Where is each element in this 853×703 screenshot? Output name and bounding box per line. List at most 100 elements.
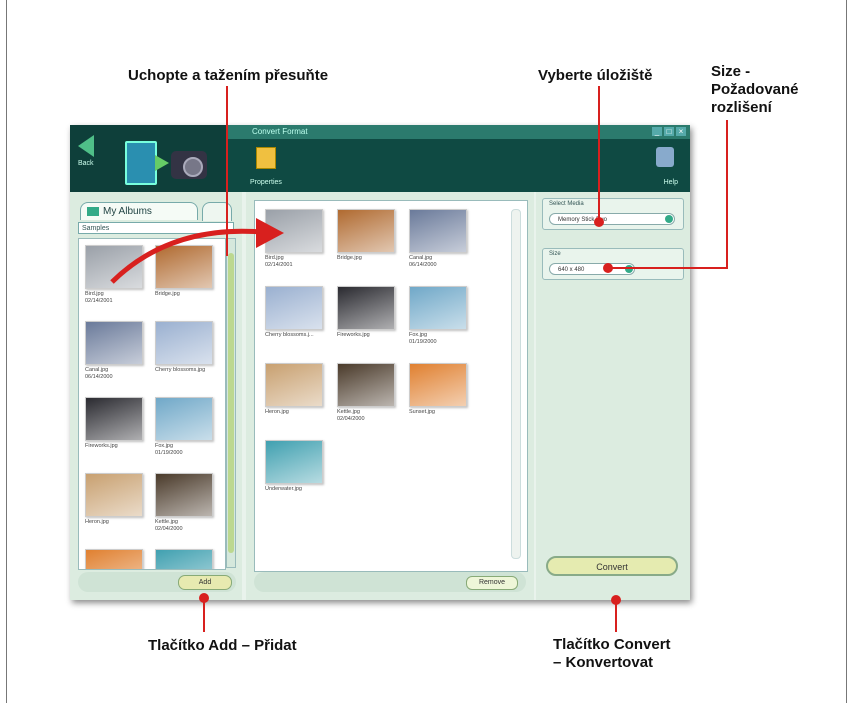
photo-image[interactable]: [409, 209, 467, 253]
photo-image[interactable]: [85, 549, 143, 569]
photo-name: Bird.jpg: [265, 255, 284, 261]
photo-image[interactable]: [155, 397, 213, 441]
album-icon: [87, 207, 99, 216]
photo-caption: Heron.jpg: [265, 409, 335, 416]
back-label[interactable]: Back: [78, 160, 94, 167]
callout-size-line2: Požadované: [711, 81, 799, 98]
photo-image[interactable]: [155, 549, 213, 569]
album-scrollbar-thumb[interactable]: [228, 253, 234, 553]
callout-size-hline: [608, 267, 728, 269]
photo-image[interactable]: [85, 321, 143, 365]
photo-image[interactable]: [85, 397, 143, 441]
photo-image[interactable]: [85, 473, 143, 517]
remove-button[interactable]: Remove: [466, 576, 518, 590]
chevron-down-icon[interactable]: [665, 215, 673, 223]
photo-caption: Heron.jpg: [85, 519, 155, 526]
callout-media-dot: [594, 217, 604, 227]
photo-name: Kettle.jpg: [337, 409, 360, 415]
photo-image[interactable]: [155, 245, 213, 289]
callout-media: Vyberte úložiště: [538, 67, 653, 84]
album-footer: Add: [78, 572, 236, 592]
size-select-value: 640 x 480: [558, 267, 585, 273]
photo-image[interactable]: [265, 440, 323, 484]
photo-date: 02/14/2001: [85, 298, 113, 304]
photo-name: Bird.jpg: [85, 291, 104, 297]
photo-name: Underwater.jpg: [265, 486, 302, 492]
photo-image[interactable]: [155, 321, 213, 365]
photo-name: Kettle.jpg: [155, 519, 178, 525]
photo-image[interactable]: [337, 286, 395, 330]
callout-convert-line: [615, 600, 617, 632]
callout-drag: Uchopte a tažením přesuňte: [128, 67, 329, 84]
app-logo: [125, 135, 210, 185]
settings-panel: Select Media Memory Stick Duo Size 640 x…: [536, 192, 690, 600]
photo-caption: Bridge.jpg: [155, 291, 225, 298]
album-thumbnail-list[interactable]: Bird.jpg 02/14/2001 Bridge.jpg Canal.jpg 06/…: [78, 238, 226, 570]
size-group-label: Size: [549, 251, 561, 257]
photo-caption: Fireworks.jpg: [85, 443, 155, 450]
photo-name: Canal.jpg: [85, 367, 109, 373]
media-select[interactable]: Memory Stick Duo: [549, 213, 675, 225]
album-select[interactable]: Samples: [78, 222, 234, 234]
photo-name: Fox.jpg: [409, 332, 428, 338]
camera-lens-icon: [183, 157, 203, 177]
photo-image[interactable]: [337, 209, 395, 253]
size-group: Size 640 x 480: [542, 248, 684, 280]
convert-scrollbar[interactable]: [511, 209, 521, 559]
callout-size-line1: Size -: [711, 63, 751, 80]
photo-caption: Cherry blossoms.j...: [265, 332, 335, 339]
photo-image[interactable]: [409, 286, 467, 330]
callout-convert-line2: – Konvertovat: [553, 654, 654, 671]
photo-name: Fireworks.jpg: [85, 443, 118, 449]
callout-size-vline: [726, 120, 728, 268]
photo-name: Heron.jpg: [265, 409, 289, 415]
photo-caption: Canal.jpg 06/14/2000: [409, 255, 479, 269]
photo-image[interactable]: [265, 286, 323, 330]
photo-name: Canal.jpg: [409, 255, 433, 261]
photo-name: Sunset.jpg: [409, 409, 435, 415]
photo-caption: Fox.jpg 01/19/2000: [409, 332, 479, 346]
callout-add-line: [203, 598, 205, 632]
photo-caption: Fox.jpg 01/19/2000: [155, 443, 225, 457]
photo-image[interactable]: [155, 473, 213, 517]
album-scrollbar[interactable]: [226, 238, 236, 568]
photo-image[interactable]: [337, 363, 395, 407]
photo-image[interactable]: [265, 363, 323, 407]
callout-add: Tlačítko Add – Přidat: [148, 637, 297, 654]
photo-caption: Underwater.jpg: [265, 486, 335, 493]
size-select[interactable]: 640 x 480: [549, 263, 635, 275]
photo-image[interactable]: [409, 363, 467, 407]
media-group-label: Select Media: [549, 201, 584, 207]
photo-caption: Fireworks.jpg: [337, 332, 407, 339]
properties-icon[interactable]: [256, 147, 276, 169]
photo-date: 02/04/2000: [155, 526, 183, 532]
media-group: Select Media Memory Stick Duo: [542, 198, 684, 230]
minimize-icon[interactable]: _: [652, 127, 662, 136]
photo-image[interactable]: [85, 245, 143, 289]
photo-date: 06/14/2000: [409, 262, 437, 268]
help-icon[interactable]: [656, 147, 674, 167]
callout-convert: Tlačítko Convert – Konvertovat: [553, 636, 671, 672]
app-window: Back Convert Format _ □ × Properties Hel…: [70, 125, 690, 600]
callout-size-dot: [603, 263, 613, 273]
help-label[interactable]: Help: [664, 179, 678, 186]
add-button[interactable]: Add: [178, 575, 232, 590]
photo-name: Cherry blossoms.j...: [265, 332, 314, 338]
photo-name: Bridge.jpg: [337, 255, 362, 261]
main-header: Convert Format _ □ × Properties Help: [228, 125, 690, 192]
photo-name: Heron.jpg: [85, 519, 109, 525]
photo-image[interactable]: [265, 209, 323, 253]
window-title: Convert Format: [252, 127, 308, 136]
convert-thumbnail-list[interactable]: Bird.jpg 02/14/2001 Bridge.jpg Canal.jpg 06/…: [254, 200, 528, 572]
tab-my-albums[interactable]: My Albums: [80, 202, 198, 220]
convert-button[interactable]: Convert: [546, 556, 678, 576]
back-arrow-icon[interactable]: [78, 135, 94, 157]
callout-size-line3: rozlišení: [711, 99, 772, 116]
left-header: Back: [70, 125, 228, 192]
maximize-icon[interactable]: □: [664, 127, 674, 136]
album-panel: My Albums Samples Bird.jpg 02/14/2001 Brid…: [70, 192, 242, 600]
close-icon[interactable]: ×: [676, 127, 686, 136]
callout-convert-line1: Tlačítko Convert: [553, 636, 671, 653]
convert-footer: Remove: [254, 572, 526, 592]
properties-label[interactable]: Properties: [250, 179, 282, 186]
